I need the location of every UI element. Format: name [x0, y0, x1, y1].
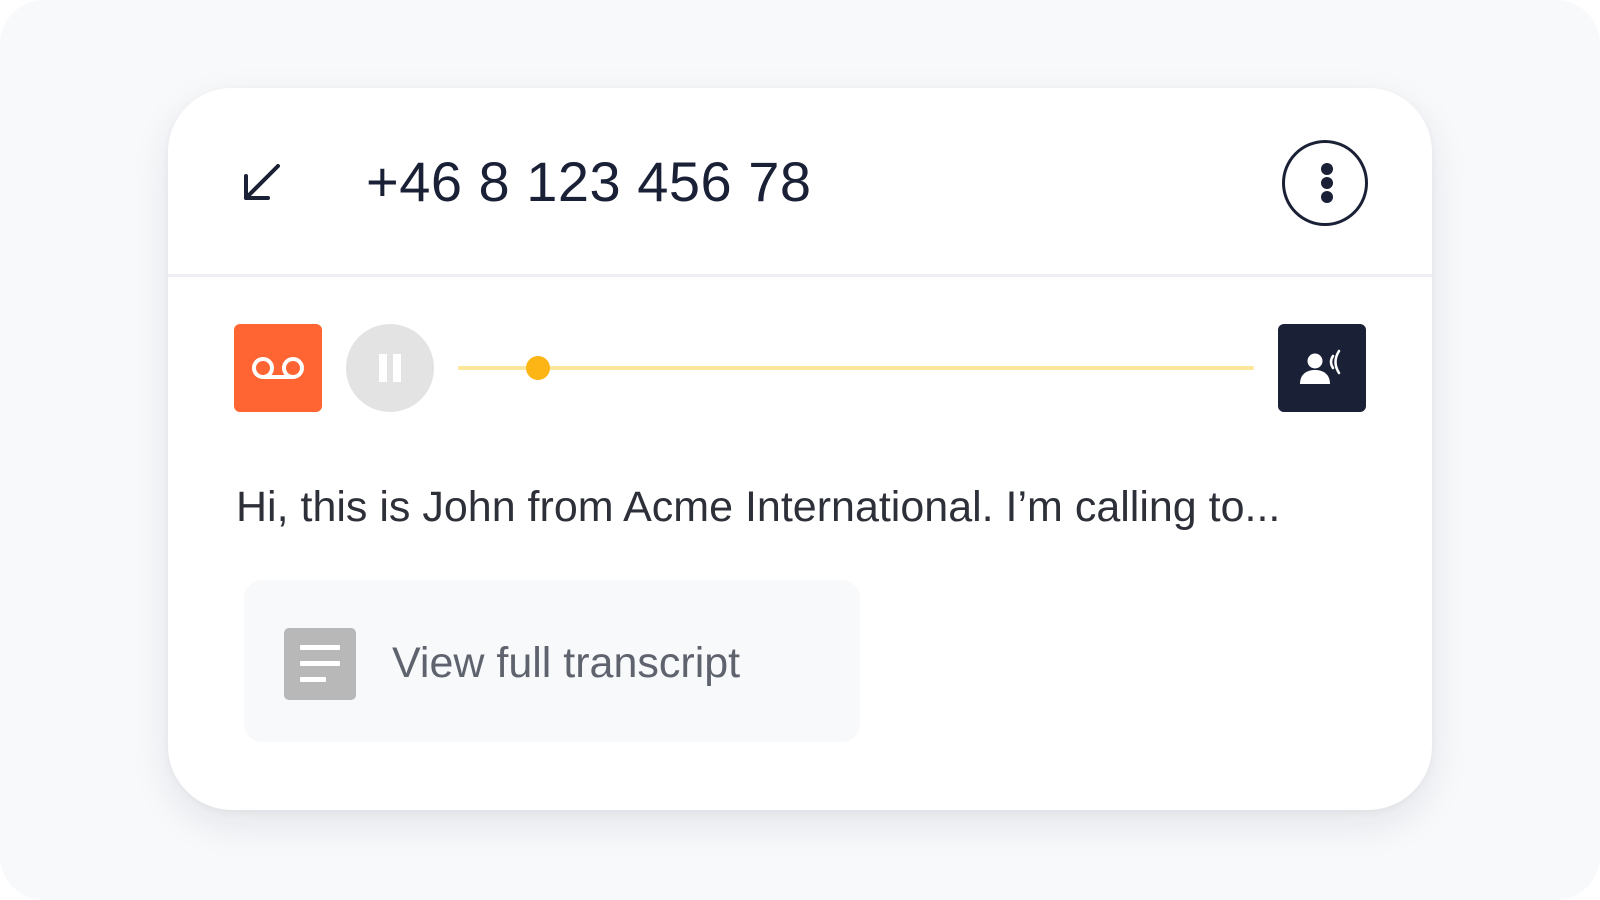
progress-thumb[interactable]	[525, 356, 550, 380]
app-canvas: +46 8 123 456 78 Hi, this is John from A…	[0, 0, 1600, 900]
speaker-button[interactable]	[1278, 324, 1366, 412]
transcript-preview: Hi, this is John from Acme International…	[236, 483, 1281, 531]
view-transcript-label: View full transcript	[392, 639, 741, 687]
vertical-dots-icon-dot	[1321, 191, 1333, 203]
card-header: +46 8 123 456 78	[168, 88, 1432, 277]
document-line	[300, 677, 326, 682]
vertical-dots-icon-dot	[1321, 177, 1333, 189]
voicemail-icon	[252, 357, 304, 379]
progress-slider[interactable]	[458, 356, 1254, 380]
pause-icon	[379, 354, 401, 382]
vertical-dots-icon	[1321, 163, 1333, 175]
person-speaking-icon	[1300, 349, 1341, 384]
view-transcript-button[interactable]: View full transcript	[244, 580, 860, 742]
pause-button[interactable]	[346, 324, 434, 412]
voicemail-card: +46 8 123 456 78 Hi, this is John from A…	[168, 88, 1432, 810]
document-line	[300, 661, 340, 666]
audio-player	[168, 324, 1432, 412]
voicemail-badge	[234, 324, 322, 412]
arrow-down-left-icon	[244, 164, 280, 200]
document-lines-icon	[284, 628, 356, 700]
more-options-button[interactable]	[1282, 140, 1368, 226]
phone-number: +46 8 123 456 78	[366, 150, 812, 213]
document-line	[300, 645, 340, 650]
